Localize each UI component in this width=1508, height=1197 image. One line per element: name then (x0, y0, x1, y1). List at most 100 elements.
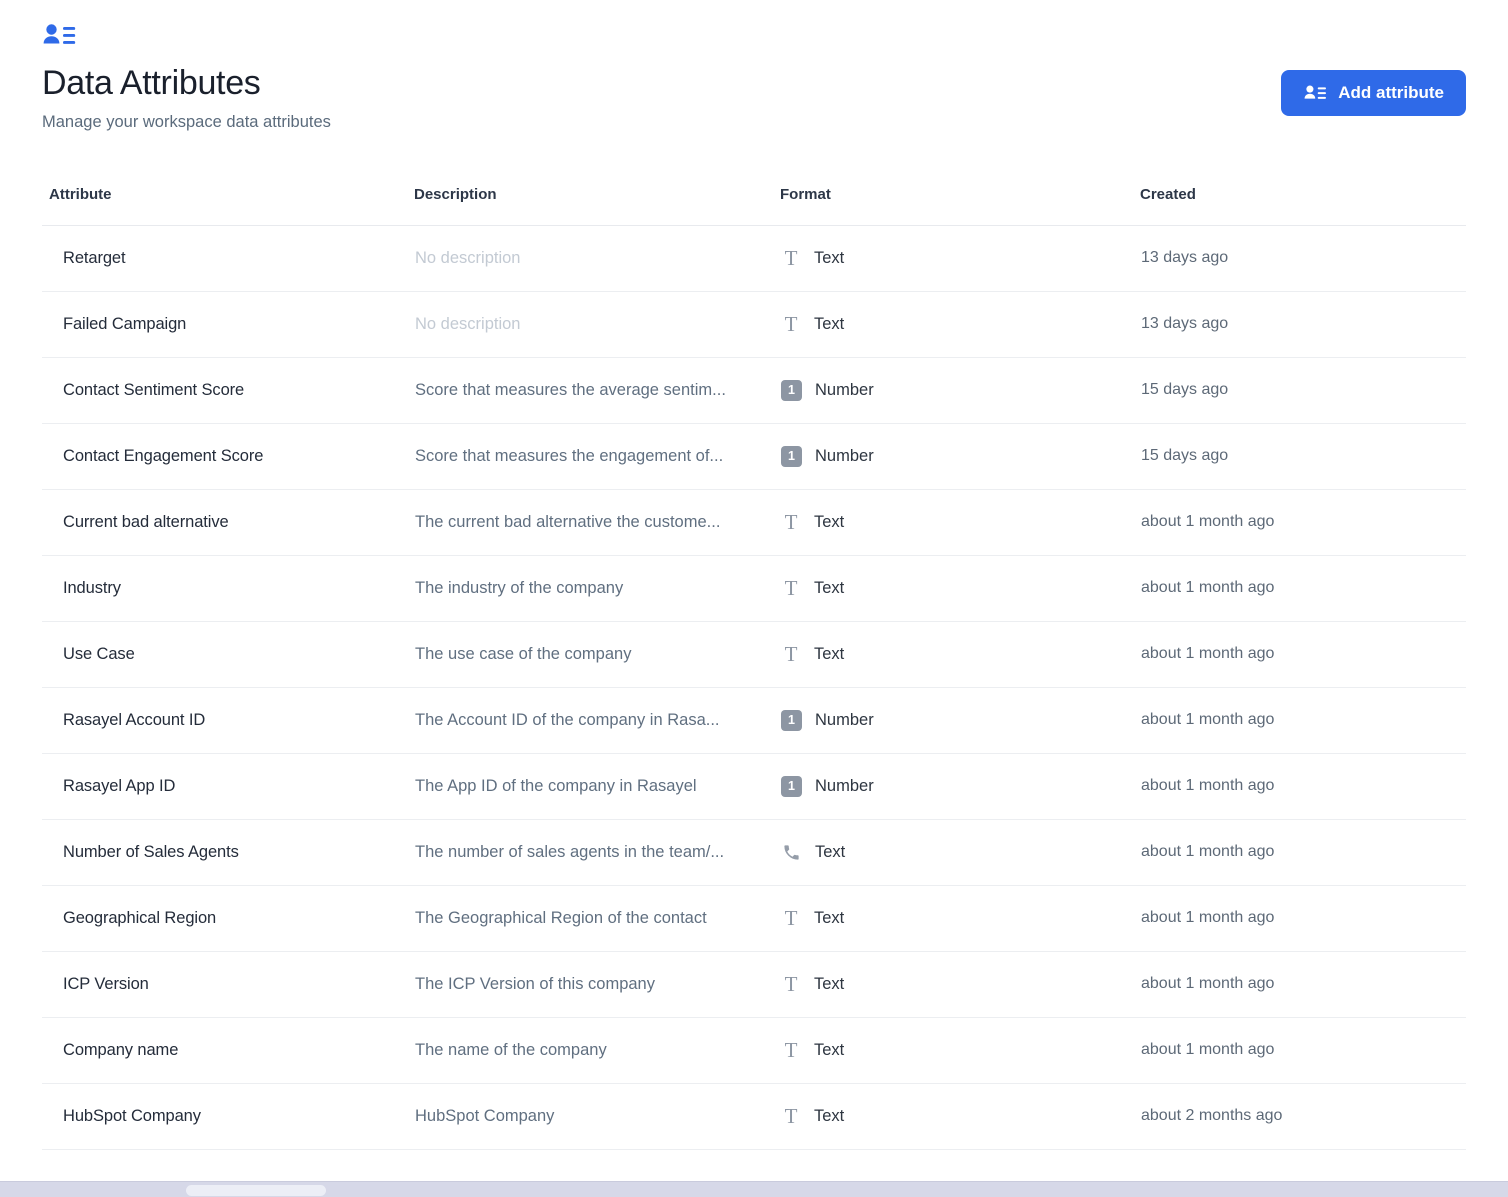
table-body: Retarget No description T Text 13 days ago Fa… (42, 225, 1466, 1150)
attribute-description-cell: The industry of the company (414, 555, 780, 622)
table-row[interactable]: Retarget No description T Text 13 days ago (42, 225, 1466, 292)
attribute-name-cell: HubSpot Company (42, 1083, 414, 1150)
attribute-format-cell: T Text (780, 1083, 1140, 1150)
text-format-icon: T (784, 641, 798, 666)
attribute-name-cell: Contact Engagement Score (42, 423, 414, 490)
attribute-format-cell: T Text (780, 951, 1140, 1018)
attribute-description-cell: The ICP Version of this company (414, 951, 780, 1018)
attribute-format-label: Number (815, 776, 874, 795)
attribute-format-cell: T Text (780, 1017, 1140, 1084)
attributes-table-container: Attribute Description Format Created Ret… (0, 185, 1508, 1150)
attribute-format-cell: T Text (780, 225, 1140, 292)
attribute-name-cell: Company name (42, 1017, 414, 1084)
text-format-icon: T (784, 971, 798, 996)
attribute-created-cell: about 1 month ago (1140, 819, 1466, 886)
text-format-icon: T (784, 509, 798, 534)
page-subtitle: Manage your workspace data attributes (42, 113, 331, 132)
attribute-format-label: Number (815, 710, 874, 729)
attribute-format-label: Text (814, 974, 845, 993)
attribute-format-cell: T Text (780, 885, 1140, 952)
table-header: Attribute Description Format Created (42, 185, 1466, 226)
attribute-format-label: Text (814, 908, 845, 927)
horizontal-scrollbar[interactable] (0, 1181, 1508, 1197)
attribute-created-cell: about 1 month ago (1140, 753, 1466, 820)
attribute-description-cell: The name of the company (414, 1017, 780, 1084)
page-header: Data Attributes Manage your workspace da… (0, 0, 1508, 134)
attribute-created-cell: 15 days ago (1140, 423, 1466, 490)
phone-format-icon (781, 842, 802, 863)
attributes-table: Attribute Description Format Created Ret… (42, 185, 1466, 1150)
column-header-description[interactable]: Description (414, 185, 780, 226)
attribute-format-label: Text (814, 248, 845, 267)
attribute-created-cell: about 1 month ago (1140, 1017, 1466, 1084)
text-format-icon: T (784, 905, 798, 930)
text-format-icon: T (784, 575, 798, 600)
table-row[interactable]: Company name The name of the company T Text… (42, 1017, 1466, 1084)
table-row[interactable]: Industry The industry of the company T Text… (42, 555, 1466, 622)
attribute-description-cell: The Geographical Region of the contact (414, 885, 780, 952)
table-header-row: Attribute Description Format Created (42, 185, 1466, 226)
attribute-description-cell: No description (414, 291, 780, 358)
attribute-created-cell: about 1 month ago (1140, 687, 1466, 754)
table-row[interactable]: HubSpot Company HubSpot Company T Text about… (42, 1083, 1466, 1150)
title-row: Data Attributes Manage your workspace da… (42, 64, 1466, 134)
attribute-name-cell: Contact Sentiment Score (42, 357, 414, 424)
attribute-format-label: Text (814, 1040, 845, 1059)
attribute-description-cell: The current bad alternative the custome.… (414, 489, 780, 556)
text-format-icon: T (784, 1037, 798, 1062)
attribute-name-cell: Rasayel Account ID (42, 687, 414, 754)
attribute-format-cell: T Text (780, 621, 1140, 688)
attribute-description-cell: HubSpot Company (414, 1083, 780, 1150)
attribute-format-label: Text (814, 578, 845, 597)
title-block: Data Attributes Manage your workspace da… (42, 64, 331, 134)
attribute-description-cell: The Account ID of the company in Rasa... (414, 687, 780, 754)
attribute-format-cell: 1 Number (780, 687, 1140, 754)
number-format-icon: 1 (781, 445, 802, 467)
table-row[interactable]: Current bad alternative The current bad a… (42, 489, 1466, 556)
attribute-format-cell: T Text (780, 555, 1140, 622)
attribute-name-cell: Retarget (42, 225, 414, 292)
attribute-name-cell: Industry (42, 555, 414, 622)
table-row[interactable]: Geographical Region The Geographical Regi… (42, 885, 1466, 952)
data-attributes-page: Data Attributes Manage your workspace da… (0, 0, 1508, 1197)
attribute-description-cell: No description (414, 225, 780, 292)
attribute-name-cell: Current bad alternative (42, 489, 414, 556)
table-row[interactable]: Rasayel App ID The App ID of the company … (42, 753, 1466, 820)
attribute-created-cell: about 1 month ago (1140, 489, 1466, 556)
attribute-format-cell: 1 Number (780, 423, 1140, 490)
attribute-format-label: Text (814, 314, 845, 333)
attribute-format-cell: T Text (780, 489, 1140, 556)
attribute-format-label: Text (814, 1106, 845, 1125)
attribute-name-cell: Number of Sales Agents (42, 819, 414, 886)
attribute-created-cell: 15 days ago (1140, 357, 1466, 424)
add-attribute-button[interactable]: Add attribute (1281, 70, 1466, 116)
text-format-icon: T (784, 311, 798, 336)
table-row[interactable]: ICP Version The ICP Version of this compa… (42, 951, 1466, 1018)
table-row[interactable]: Contact Sentiment Score Score that measur… (42, 357, 1466, 424)
page-title: Data Attributes (42, 64, 261, 102)
attribute-format-cell: Text (780, 819, 1140, 886)
table-row[interactable]: Failed Campaign No description T Text 13 day… (42, 291, 1466, 358)
table-row[interactable]: Contact Engagement Score Score that measu… (42, 423, 1466, 490)
text-format-icon: T (784, 1103, 798, 1128)
column-header-created[interactable]: Created (1140, 185, 1466, 226)
contact-list-icon (1303, 84, 1327, 103)
column-header-format[interactable]: Format (780, 185, 1140, 226)
table-row[interactable]: Use Case The use case of the company T Text… (42, 621, 1466, 688)
attribute-created-cell: about 2 months ago (1140, 1083, 1466, 1150)
attribute-format-label: Text (814, 512, 845, 531)
attribute-description-cell: Score that measures the average sentim..… (414, 357, 780, 424)
attribute-description-cell: Score that measures the engagement of... (414, 423, 780, 490)
attribute-description-cell: The number of sales agents in the team/.… (414, 819, 780, 886)
attribute-format-label: Number (815, 446, 874, 465)
attribute-created-cell: 13 days ago (1140, 225, 1466, 292)
horizontal-scrollbar-thumb[interactable] (186, 1185, 326, 1196)
attribute-created-cell: about 1 month ago (1140, 555, 1466, 622)
column-header-attribute[interactable]: Attribute (42, 185, 414, 226)
add-attribute-button-label: Add attribute (1338, 83, 1444, 102)
attribute-created-cell: about 1 month ago (1140, 951, 1466, 1018)
table-row[interactable]: Number of Sales Agents The number of sale… (42, 819, 1466, 886)
table-row[interactable]: Rasayel Account ID The Account ID of the … (42, 687, 1466, 754)
attribute-name-cell: ICP Version (42, 951, 414, 1018)
attribute-format-cell: 1 Number (780, 753, 1140, 820)
